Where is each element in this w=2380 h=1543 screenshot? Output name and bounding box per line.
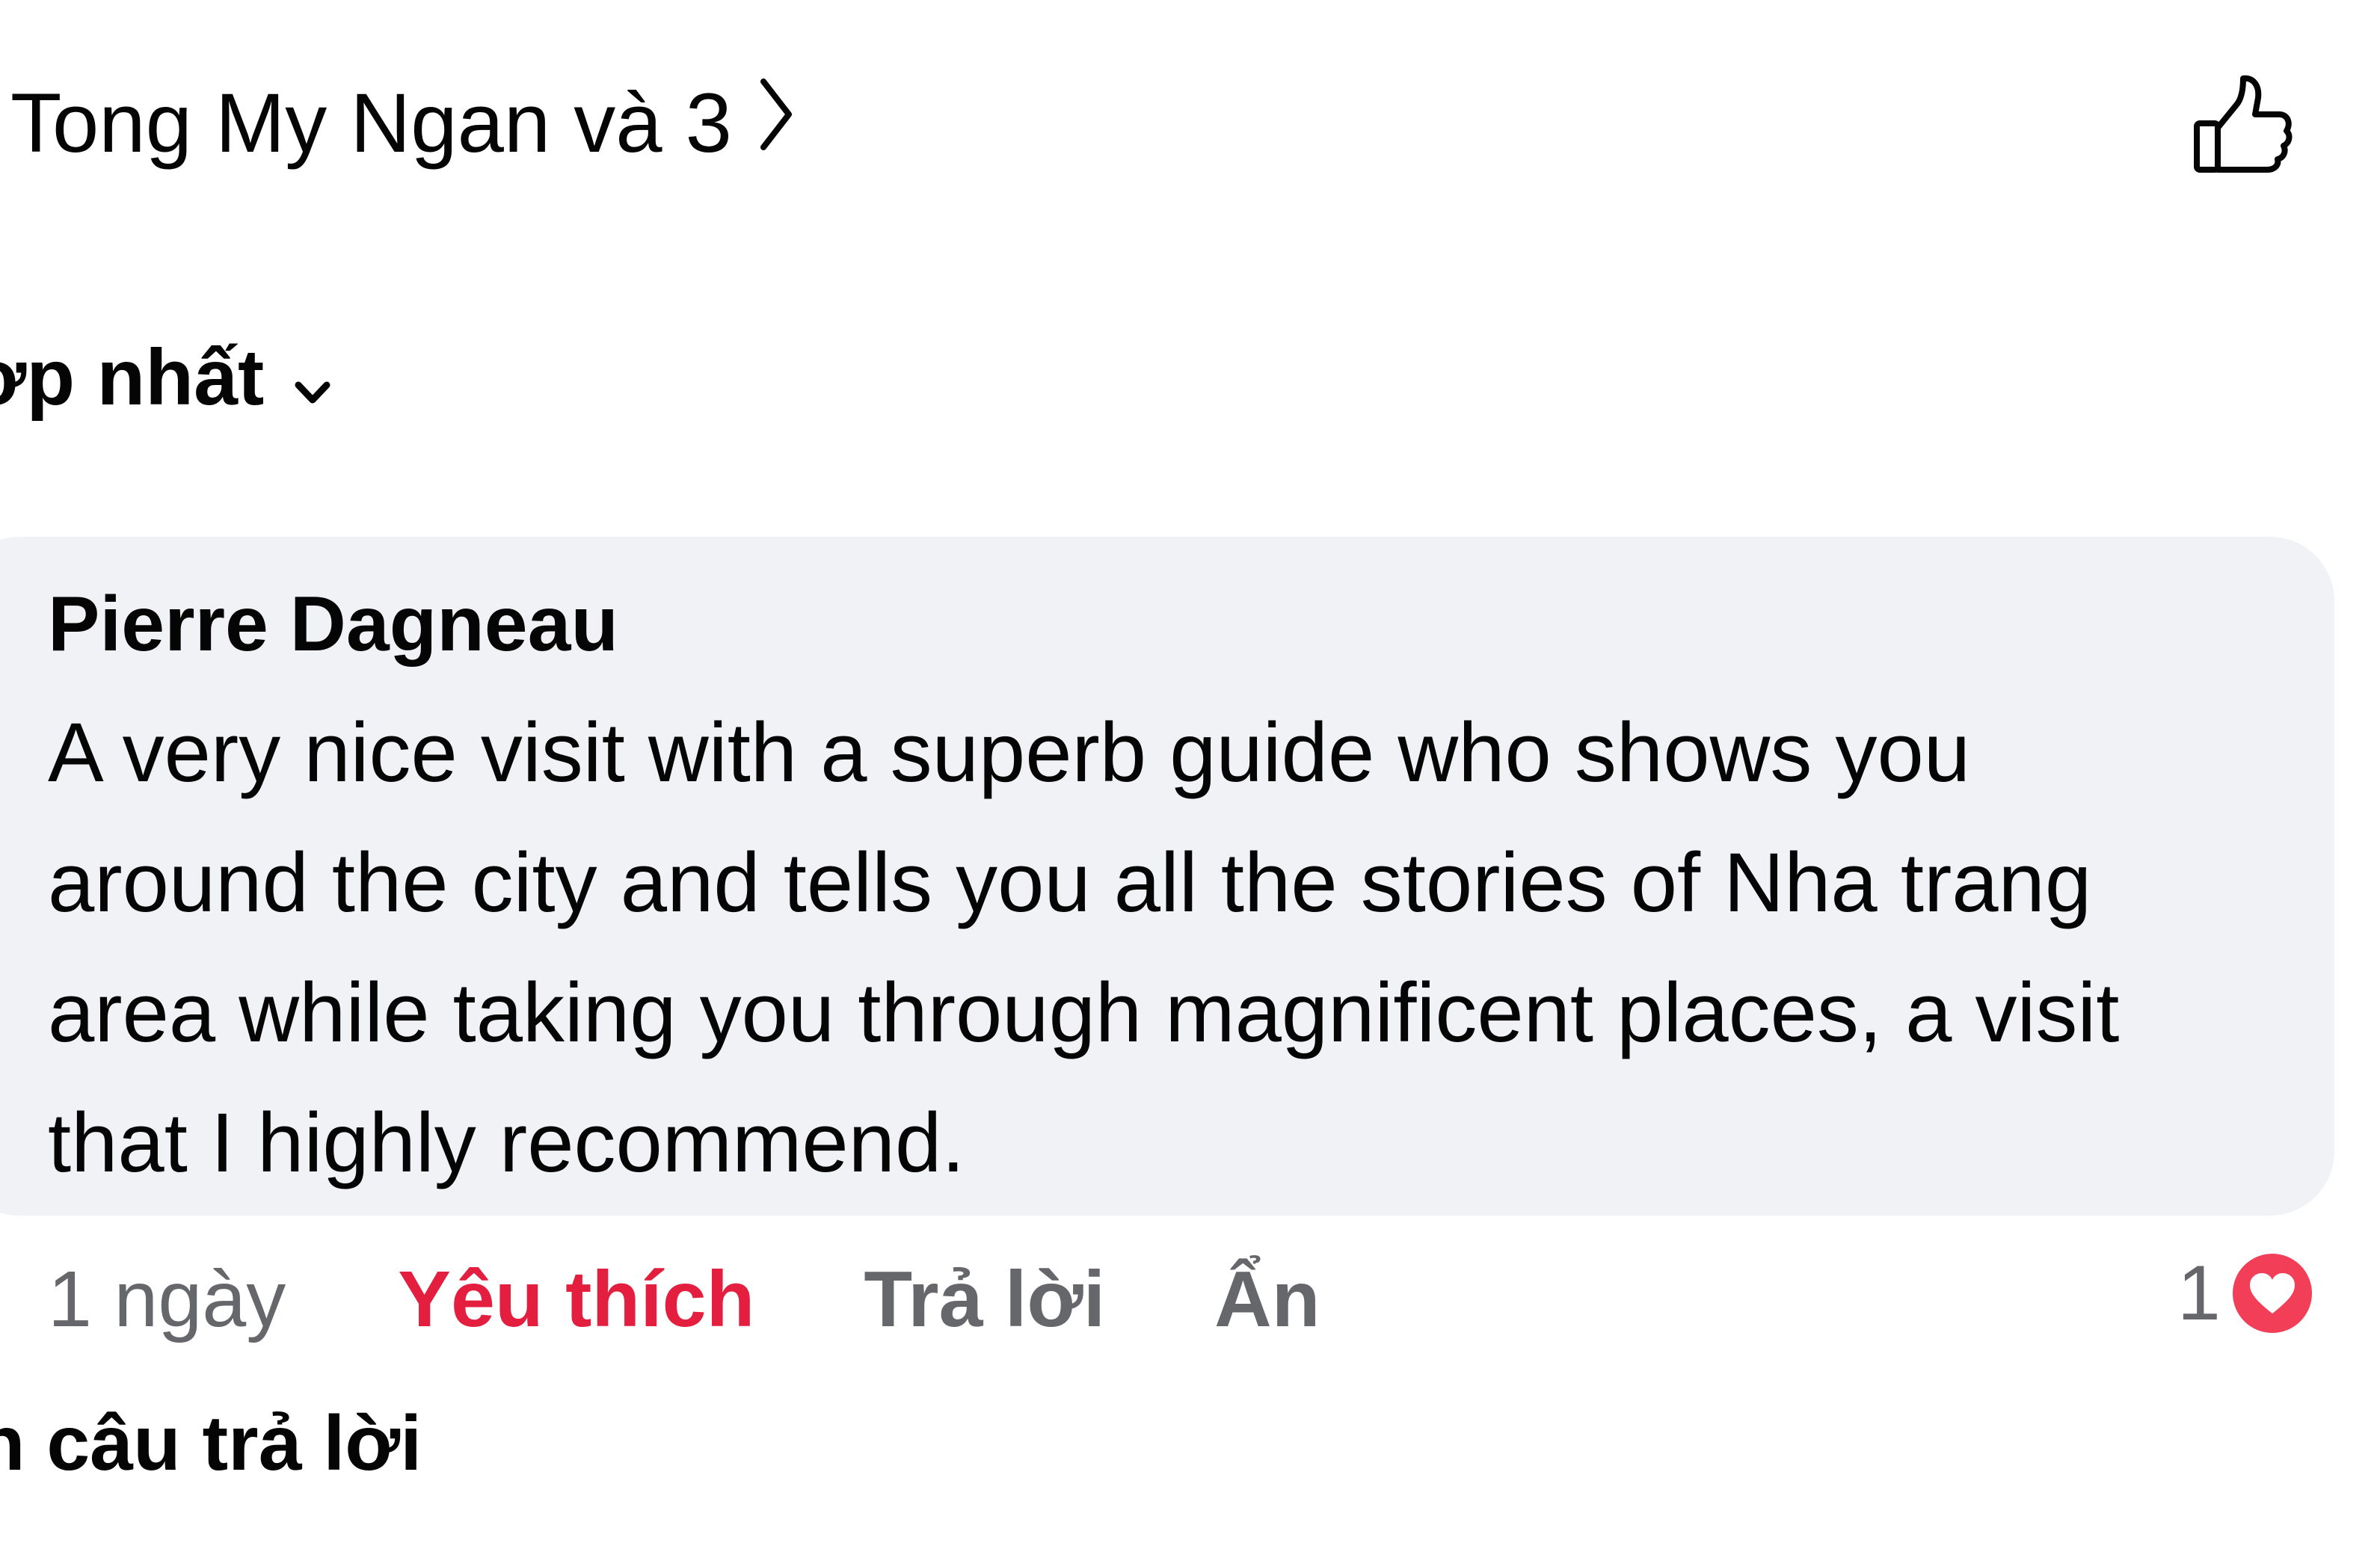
view-replies-link[interactable]: n câu trả lời: [0, 1395, 422, 1492]
chevron-right-icon: [759, 75, 793, 172]
like-post-button[interactable]: [2191, 71, 2296, 179]
comment-author[interactable]: Pierre Dagneau: [48, 576, 618, 673]
comment-timestamp: 1 ngày: [48, 1255, 286, 1343]
comment-text: A very nice visit with a superb guide wh…: [48, 706, 2120, 1189]
heart-icon: [2227, 1249, 2316, 1337]
hide-button[interactable]: Ẩn: [1214, 1247, 1320, 1352]
reply-button[interactable]: Trả lời: [864, 1247, 1105, 1352]
comments-screen: Tong My Ngan và 3 ợp nhất Pierre Dagneau: [0, 0, 2380, 1543]
reactors-summary-link[interactable]: Tong My Ngan và 3: [10, 75, 793, 172]
reaction-count: 1: [2177, 1249, 2221, 1337]
comment-sort-dropdown[interactable]: ợp nhất: [0, 329, 331, 426]
thumbs-up-outline-icon: [2191, 75, 2296, 182]
comment-reactions[interactable]: 1: [2177, 1241, 2316, 1346]
reactors-summary-text: Tong My Ngan và 3: [10, 76, 732, 170]
comment-actions: 1 ngày Yêu thích Trả lời Ẩn: [48, 1247, 1320, 1352]
chevron-down-icon: [294, 329, 331, 426]
like-comment-button[interactable]: Yêu thích: [398, 1247, 754, 1352]
sort-label: ợp nhất: [0, 333, 265, 422]
